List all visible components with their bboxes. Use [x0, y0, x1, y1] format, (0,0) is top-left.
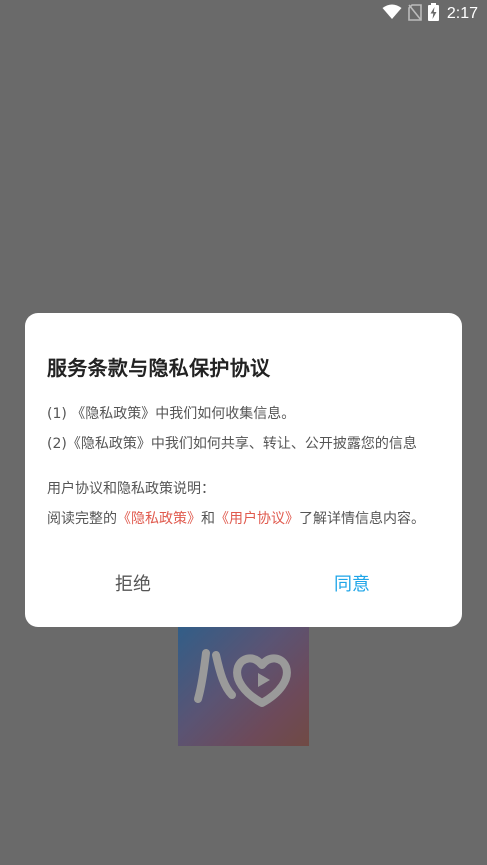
- privacy-policy-link[interactable]: 《隐私政策》: [117, 511, 201, 527]
- privacy-line-collect: (1) 《隐私政策》中我们如何收集信息。: [47, 406, 296, 422]
- policy-read-line: 阅读完整的《隐私政策》和《用户协议》了解详情信息内容。: [47, 508, 425, 528]
- heart-logo-icon: [194, 649, 291, 707]
- status-time: 2:17: [446, 5, 478, 22]
- and-text: 和: [201, 511, 215, 527]
- read-prefix: 阅读完整的: [47, 511, 117, 527]
- status-bar: 2:17: [0, 0, 487, 28]
- policy-explanation-heading: 用户协议和隐私政策说明：: [47, 481, 215, 497]
- user-agreement-link[interactable]: 《用户协议》: [215, 511, 299, 527]
- dialog-title: 服务条款与隐私保护协议: [47, 356, 271, 380]
- read-suffix: 了解详情信息内容。: [299, 511, 425, 527]
- reject-button[interactable]: 拒绝: [53, 563, 213, 607]
- splash-logo: [178, 615, 309, 746]
- privacy-dialog: 服务条款与隐私保护协议 (1) 《隐私政策》中我们如何收集信息。 (2)《隐私政…: [25, 313, 462, 627]
- privacy-line-share: (2)《隐私政策》中我们如何共享、转让、公开披露您的信息: [47, 436, 417, 452]
- status-icons: 2:17: [382, 3, 478, 25]
- no-sim-icon: [408, 3, 422, 25]
- agree-button[interactable]: 同意: [272, 563, 432, 607]
- battery-charging-icon: [427, 3, 439, 25]
- wifi-icon: [382, 4, 402, 24]
